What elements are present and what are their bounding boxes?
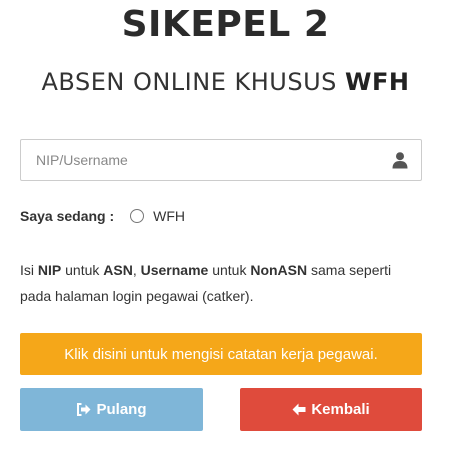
wfh-radio-label[interactable]: WFH [153,208,185,224]
catatan-kerja-button[interactable]: Klik disini untuk mengisi catatan kerja … [20,333,422,375]
username-input[interactable] [21,140,391,180]
page-subtitle: ABSEN ONLINE KHUSUS WFH [0,68,451,96]
kembali-button[interactable]: Kembali [240,388,422,431]
username-field-group [20,139,422,181]
arrow-left-icon [292,403,306,416]
help-asn: ASN [103,262,133,278]
status-label: Saya sedang : [20,208,115,224]
wfh-radio[interactable] [130,209,145,223]
pulang-label: Pulang [96,401,147,418]
catatan-kerja-label: Klik disini untuk mengisi catatan kerja … [64,345,378,363]
sign-out-icon [77,403,91,416]
help-text-1: Isi [20,262,38,278]
kembali-label: Kembali [311,401,370,418]
help-nip: NIP [37,262,62,278]
user-icon [392,152,408,169]
help-username: Username [140,262,209,278]
help-text-2: untuk [61,262,104,278]
help-text-3: , [132,262,141,278]
help-text-4: untuk [208,262,251,278]
subtitle-wfh: WFH [345,68,410,96]
pulang-button[interactable]: Pulang [20,388,203,431]
help-text: Isi NIP untuk ASN, Username untuk NonASN… [20,257,420,309]
app-title: SIKEPEL 2 [121,4,330,45]
subtitle-text: ABSEN ONLINE KHUSUS [41,68,346,96]
help-nonasn: NonASN [250,262,308,278]
status-row: Saya sedang : WFH [20,206,185,226]
